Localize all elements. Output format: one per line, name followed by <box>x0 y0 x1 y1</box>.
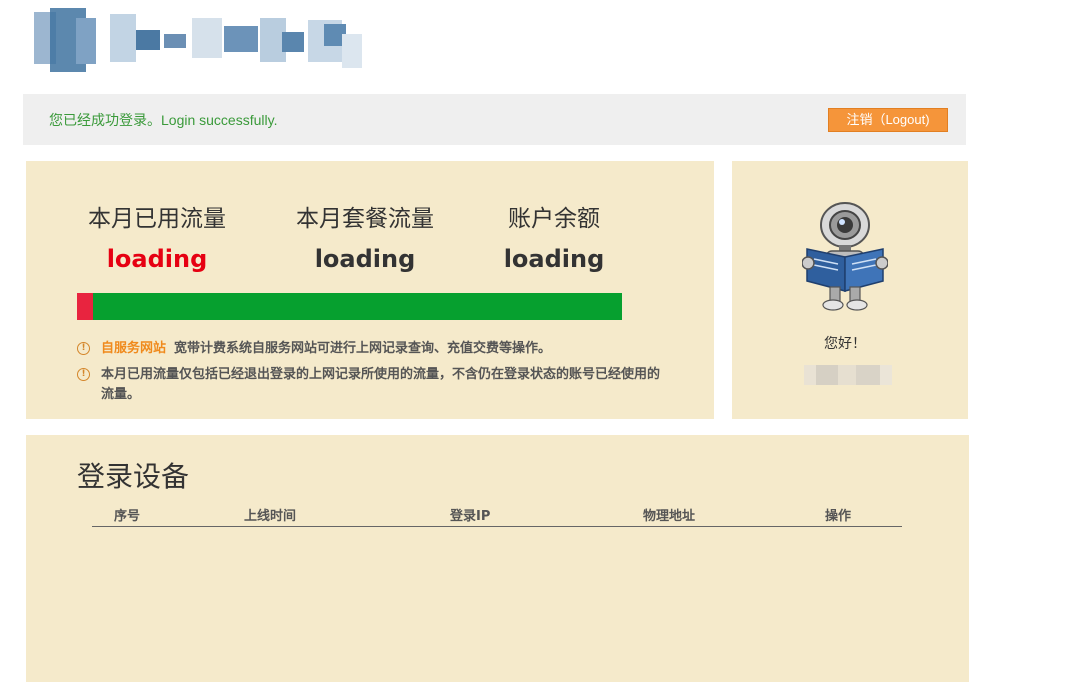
account-balance-stat: 账户余额 loading <box>464 199 644 273</box>
site-logo <box>24 4 364 80</box>
plan-traffic-label: 本月套餐流量 <box>296 206 434 232</box>
devices-table-header: 序号 上线时间 登录IP 物理地址 操作 <box>92 505 902 527</box>
info-icon: ! <box>77 368 90 381</box>
used-traffic-value: loading <box>106 245 208 273</box>
column-login-ip: 登录IP <box>450 505 643 527</box>
note-traffic-scope: ! 本月已用流量仅包括已经退出登录的上网记录所使用的流量，不含仍在登录状态的账号… <box>77 365 667 405</box>
user-panel: 您好！ <box>732 161 968 419</box>
traffic-usage-fill <box>77 293 94 320</box>
column-index: 序号 <box>92 505 244 527</box>
login-devices-panel: 登录设备 序号 上线时间 登录IP 物理地址 操作 <box>26 435 969 682</box>
account-balance-value: loading <box>503 245 605 273</box>
note-text: 宽带计费系统自服务网站可进行上网记录查询、充值交费等操作。 <box>174 341 552 356</box>
note-self-service: ! 自服务网站 宽带计费系统自服务网站可进行上网记录查询、充值交费等操作。 <box>77 339 667 359</box>
info-icon: ! <box>77 342 90 355</box>
column-actions: 操作 <box>825 505 902 527</box>
traffic-usage-bar <box>77 293 622 320</box>
traffic-panel: 本月已用流量 loading 本月套餐流量 loading 账户余额 loadi… <box>26 161 714 419</box>
self-service-link[interactable]: 自服务网站 <box>101 341 166 356</box>
column-mac-address: 物理地址 <box>643 505 825 527</box>
login-success-message: 您已经成功登录。Login successfully. <box>49 112 278 128</box>
plan-traffic-stat: 本月套餐流量 loading <box>275 199 455 273</box>
used-traffic-stat: 本月已用流量 loading <box>67 199 247 273</box>
note-text: 本月已用流量仅包括已经退出登录的上网记录所使用的流量，不含仍在登录状态的账号已经… <box>101 367 661 402</box>
logout-button[interactable]: 注销（Logout) <box>828 108 948 132</box>
login-status-bar: 您已经成功登录。Login successfully. 注销（Logout) <box>23 94 966 145</box>
plan-traffic-value: loading <box>314 245 416 273</box>
greeting-text: 您好！ <box>824 336 866 352</box>
column-online-time: 上线时间 <box>244 505 450 527</box>
notes-list: ! 自服务网站 宽带计费系统自服务网站可进行上网记录查询、充值交费等操作。 ! 本… <box>77 339 667 411</box>
account-balance-label: 账户余额 <box>508 206 600 232</box>
used-traffic-label: 本月已用流量 <box>88 206 226 232</box>
devices-table: 序号 上线时间 登录IP 物理地址 操作 <box>92 505 902 527</box>
robot-reading-book-icon <box>802 202 888 311</box>
devices-title: 登录设备 <box>77 460 190 493</box>
username-blurred <box>804 365 894 385</box>
